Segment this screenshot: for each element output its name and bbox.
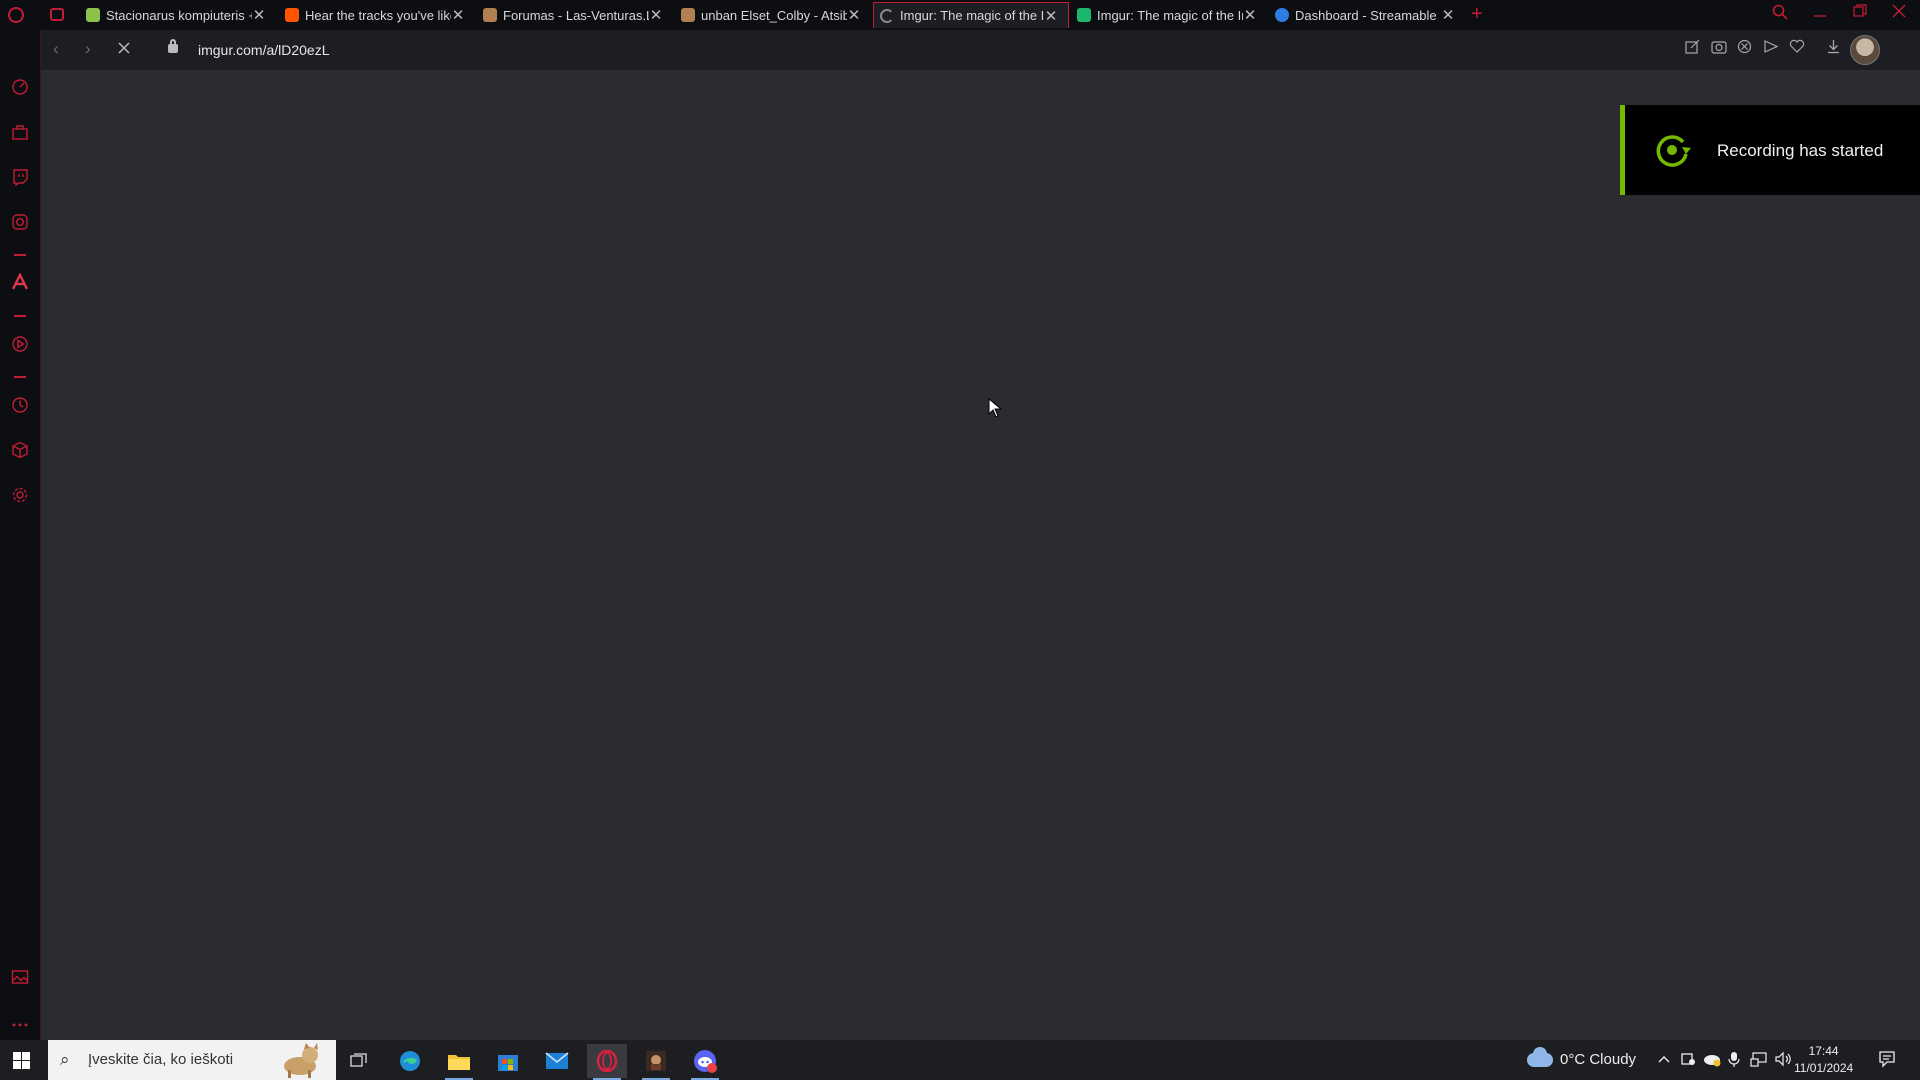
sidebar-separator <box>14 376 26 378</box>
tab-imgur-active[interactable]: Imgur: The magic of the Int ✕ <box>873 2 1069 28</box>
file-explorer-icon[interactable] <box>439 1044 479 1080</box>
tab-unban[interactable]: unban Elset_Colby - Atsiblo ✕ <box>675 2 871 28</box>
minimize-button[interactable] <box>1813 2 1827 27</box>
clock-time: 17:44 <box>1808 1044 1839 1058</box>
adblock-icon[interactable] <box>1737 39 1752 58</box>
forward-icon[interactable]: › <box>85 39 91 59</box>
new-tab-button[interactable]: + <box>1471 3 1483 26</box>
tab-search-icon[interactable] <box>1772 4 1788 25</box>
tab-close-icon[interactable]: ✕ <box>1044 7 1058 25</box>
player-icon[interactable] <box>9 335 31 357</box>
page-content <box>41 70 1920 1040</box>
notification-center-icon[interactable] <box>1878 1050 1896 1071</box>
notification-text: Recording has started <box>1717 141 1884 160</box>
tab-close-icon[interactable]: ✕ <box>847 6 861 24</box>
tab-stacionarus[interactable]: Stacionarus kompiuteris + ✕ <box>80 2 276 28</box>
sidebar-more-icon[interactable] <box>9 1012 31 1034</box>
tab-label: Hear the tracks you've liked <box>305 7 451 23</box>
microphone-icon[interactable] <box>1728 1051 1740 1070</box>
tab-close-icon[interactable]: ✕ <box>252 6 266 24</box>
send-icon[interactable] <box>1763 39 1779 58</box>
onedrive-icon[interactable] <box>1703 1051 1721 1070</box>
opera-gx-icon[interactable] <box>587 1044 627 1080</box>
recording-notification: Recording has started <box>1620 105 1920 195</box>
tab-label: Imgur: The magic of the Int <box>1097 7 1243 23</box>
back-icon[interactable]: ‹ <box>53 39 59 59</box>
twitch-icon[interactable] <box>9 168 31 190</box>
sidebar-separator <box>14 254 26 256</box>
sidebar-separator <box>14 315 26 317</box>
wallpaper-icon[interactable] <box>9 968 31 990</box>
opera-logo-icon[interactable] <box>8 7 24 23</box>
taskbar: ⌕ Įveskite čia, ko ieškoti 0°C Cloudy 17… <box>0 1040 1920 1080</box>
search-highlight-icon <box>284 1043 318 1078</box>
speed-dial-icon[interactable] <box>9 78 31 100</box>
tab-label: Stacionarus kompiuteris + <box>106 7 252 23</box>
tray-app-icon[interactable] <box>1680 1051 1696 1070</box>
tab-favicon-icon <box>86 8 100 22</box>
heart-icon[interactable] <box>1789 39 1805 58</box>
tab-bar: Stacionarus kompiuteris + ✕ Hear the tra… <box>0 0 1920 30</box>
tab-imgur[interactable]: Imgur: The magic of the Int ✕ <box>1071 2 1267 28</box>
tab-favicon-icon <box>1077 8 1091 22</box>
taskbar-search[interactable]: ⌕ Įveskite čia, ko ieškoti <box>48 1040 336 1080</box>
discord-icon[interactable] <box>685 1044 725 1080</box>
volume-icon[interactable] <box>1774 1051 1792 1070</box>
sidebar <box>0 30 41 1040</box>
edge-icon[interactable] <box>390 1044 430 1078</box>
extensions-icon[interactable] <box>9 441 31 463</box>
search-placeholder: Įveskite čia, ko ieškoti <box>88 1051 234 1068</box>
tab-favicon-icon <box>1275 8 1289 22</box>
tab-label: Dashboard - Streamable <box>1295 7 1437 23</box>
stop-loading-icon[interactable] <box>117 40 131 60</box>
tab-label: Imgur: The magic of the Int <box>900 8 1044 23</box>
tab-close-icon[interactable]: ✕ <box>1441 6 1455 24</box>
lock-icon[interactable] <box>168 39 178 53</box>
tab-close-icon[interactable]: ✕ <box>1243 6 1257 24</box>
tab-favicon-icon <box>681 8 695 22</box>
profile-avatar[interactable] <box>1850 35 1880 65</box>
restore-button[interactable] <box>1853 4 1867 23</box>
snap-edit-icon[interactable] <box>1685 39 1700 58</box>
recording-icon <box>1653 130 1693 170</box>
mouse-cursor-icon <box>988 397 1003 423</box>
tray-overflow-icon[interactable] <box>1657 1051 1671 1067</box>
download-icon[interactable] <box>1826 39 1841 58</box>
tab-favicon-icon <box>483 8 497 22</box>
mail-icon[interactable] <box>537 1044 577 1078</box>
history-icon[interactable] <box>9 396 31 418</box>
game-app-icon[interactable] <box>636 1044 676 1080</box>
camera-icon[interactable] <box>1711 39 1727 58</box>
address-bar: ‹ › imgur.com/a/lD20ezL <box>41 30 1920 70</box>
settings-gear-icon[interactable] <box>9 486 31 508</box>
url-field[interactable]: imgur.com/a/lD20ezL <box>198 42 330 58</box>
tab-favicon-icon <box>285 8 299 22</box>
close-window-button[interactable] <box>1892 4 1906 23</box>
tab-close-icon[interactable]: ✕ <box>649 6 663 24</box>
clock[interactable]: 17:44 11/01/2024 <box>1794 1043 1853 1077</box>
tab-streamable[interactable]: Dashboard - Streamable ✕ <box>1269 2 1465 28</box>
tab-label: unban Elset_Colby - Atsiblo <box>701 7 847 23</box>
tab-close-icon[interactable]: ✕ <box>451 6 465 24</box>
clock-date: 11/01/2024 <box>1794 1061 1854 1075</box>
aria-icon[interactable] <box>9 272 31 295</box>
network-icon[interactable] <box>1750 1051 1768 1070</box>
workspaces-icon[interactable] <box>50 8 64 21</box>
task-view-icon[interactable] <box>339 1044 379 1078</box>
weather-cloud-icon[interactable] <box>1527 1047 1553 1067</box>
weather-text[interactable]: 0°C Cloudy <box>1560 1051 1636 1068</box>
loading-spinner-icon <box>880 8 894 23</box>
tab-soundcloud[interactable]: Hear the tracks you've liked ✕ <box>279 2 475 28</box>
instagram-icon[interactable] <box>9 213 31 235</box>
search-icon: ⌕ <box>60 1050 70 1069</box>
tab-label: Forumas - Las-Venturas.LT <box>503 7 649 23</box>
tab-forumas[interactable]: Forumas - Las-Venturas.LT ✕ <box>477 2 673 28</box>
shopping-icon[interactable] <box>9 123 31 145</box>
ms-store-icon[interactable] <box>488 1044 528 1078</box>
windows-start-icon[interactable] <box>13 1052 30 1069</box>
